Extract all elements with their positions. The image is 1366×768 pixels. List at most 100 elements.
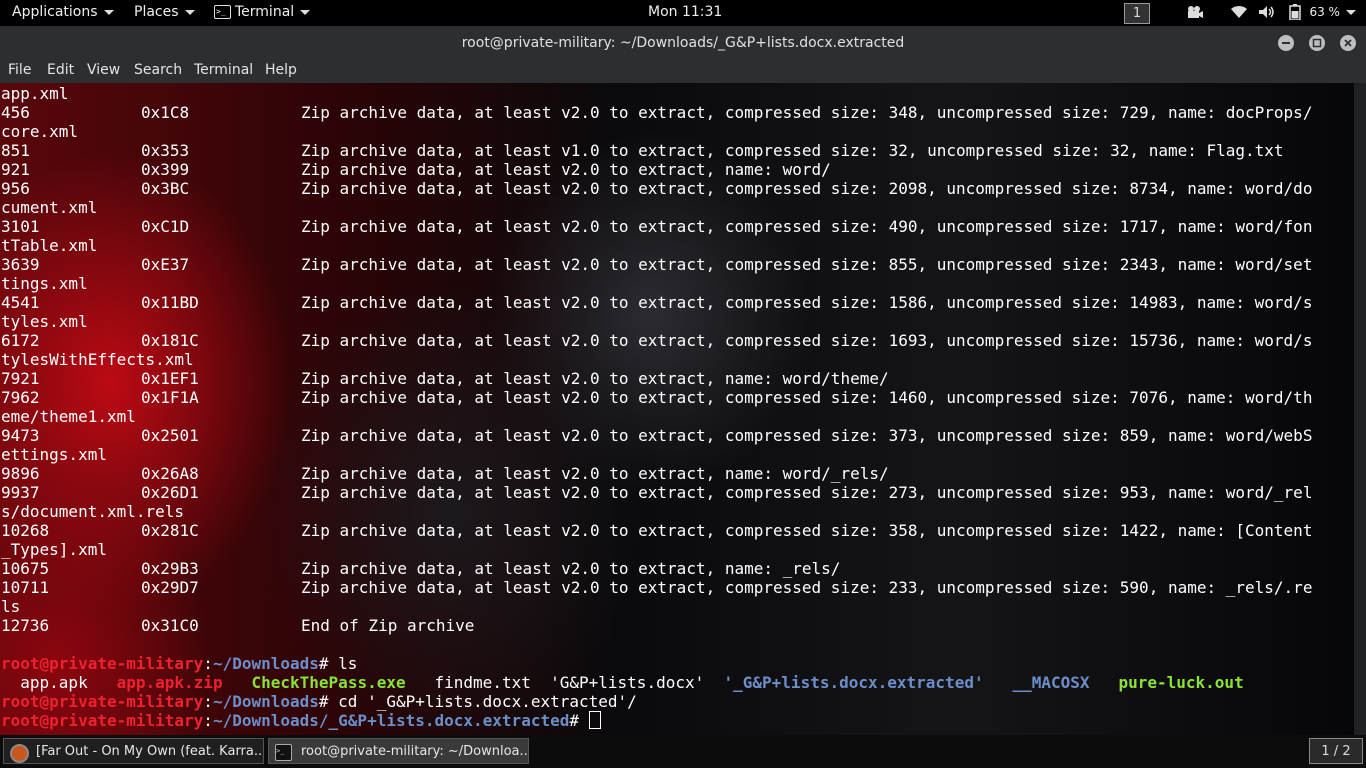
hex-cell: 0x181C — [141, 331, 199, 350]
decimal-cell: 956 — [1, 179, 30, 198]
description-cell: End of Zip archive — [301, 616, 475, 635]
output-row: ls — [1, 597, 1353, 616]
firefox-icon — [10, 744, 29, 763]
prompt-separator: : — [203, 711, 213, 730]
prompt-path: ~/Downloads — [212, 692, 319, 711]
window-titlebar[interactable]: root@private-military: ~/Downloads/_G&P+… — [0, 26, 1366, 60]
clock[interactable]: Mon 11:31 — [648, 4, 722, 20]
prompt-separator: : — [203, 654, 213, 673]
prompt-user: root@private-military — [1, 692, 204, 711]
output-row: 3101 0xC1D Zip archive data, at least v2.0… — [1, 217, 1353, 236]
chevron-down-icon — [1345, 9, 1356, 15]
output-row: 921 0x399 Zip archive data, at least v2.0 … — [1, 160, 1353, 179]
description-cell: Zip archive data, at least v2.0 to extra… — [301, 521, 1313, 540]
minimize-icon — [1282, 42, 1290, 44]
decimal-cell: 12736 — [1, 616, 50, 635]
output-row: tings.xml — [1, 274, 1353, 293]
output-row: 4541 0x11BD Zip archive data, at least v2.… — [1, 293, 1353, 312]
hex-cell: 0x31C0 — [141, 616, 199, 635]
wrapped-text: ettings.xml — [1, 445, 107, 464]
decimal-cell: 10711 — [1, 578, 50, 597]
task-terminal[interactable]: >_ root@private-military: ~/Downloa... — [268, 738, 529, 764]
wrapped-text: _Types].xml — [1, 540, 107, 559]
wrapped-text: eme/theme1.xml — [1, 407, 136, 426]
workspace-indicator[interactable]: 1 — [1124, 3, 1150, 24]
applications-menu[interactable]: Applications — [12, 4, 114, 20]
workspace-pager[interactable]: 1 / 2 — [1309, 738, 1363, 764]
description-cell: Zip archive data, at least v1.0 to extra… — [301, 141, 1284, 160]
ls-entry: CheckThePass.exe — [251, 673, 406, 692]
description-cell: Zip archive data, at least v2.0 to extra… — [301, 559, 841, 578]
output-row: 7921 0x1EF1 Zip archive data, at least v2.… — [1, 369, 1353, 388]
menu-help[interactable]: Help — [265, 62, 297, 78]
output-row: 10675 0x29B3 Zip archive data, at least v2… — [1, 559, 1353, 578]
battery-icon — [1289, 4, 1301, 21]
output-row: 851 0x353 Zip archive data, at least v1.0 … — [1, 141, 1353, 160]
wrapped-text: s/document.xml.rels — [1, 502, 185, 521]
output-row: 12736 0x31C0 End of Zip archive — [1, 616, 1353, 635]
ls-entry: '_G&P+lists.docx.extracted' — [723, 673, 984, 692]
wrapped-text: tylesWithEffects.xml — [1, 350, 194, 369]
output-row: 10268 0x281C Zip archive data, at least v2… — [1, 521, 1353, 540]
ls-entry: __MACOSX — [1012, 673, 1090, 692]
description-cell: Zip archive data, at least v2.0 to extra… — [301, 369, 889, 388]
minimize-button[interactable] — [1278, 35, 1294, 51]
prompt-command: # ls — [318, 654, 358, 673]
maximize-icon — [1312, 38, 1322, 48]
battery-indicator[interactable]: 63 % — [1289, 4, 1356, 21]
chevron-down-icon — [184, 9, 195, 15]
ls-entry: findme.txt — [434, 673, 531, 692]
decimal-cell: 456 — [1, 103, 30, 122]
terminal-icon: >_ — [214, 5, 231, 19]
output-row: 7962 0x1F1A Zip archive data, at least v2.… — [1, 388, 1353, 407]
terminal-app-menu[interactable]: >_ Terminal — [214, 4, 311, 20]
decimal-cell: 9896 — [1, 464, 40, 483]
hex-cell: 0xE37 — [141, 255, 190, 274]
description-cell: Zip archive data, at least v2.0 to extra… — [301, 483, 1313, 502]
task-music-player[interactable]: [Far Out - On My Own (feat. Karra... — [3, 738, 264, 764]
menu-edit[interactable]: Edit — [47, 62, 74, 78]
output-row: 6172 0x181C Zip archive data, at least v2.… — [1, 331, 1353, 350]
decimal-cell: 921 — [1, 160, 30, 179]
description-cell: Zip archive data, at least v2.0 to extra… — [301, 179, 1313, 198]
chevron-down-icon — [103, 9, 114, 15]
close-icon — [1344, 39, 1352, 47]
prompt-command: # cd '_G&P+lists.docx.extracted'/ — [318, 692, 637, 711]
video-camera-icon[interactable] — [1186, 5, 1204, 23]
output-row: 956 0x3BC Zip archive data, at least v2.0 … — [1, 179, 1353, 198]
hex-cell: 0x1F1A — [141, 388, 199, 407]
maximize-button[interactable] — [1309, 35, 1325, 51]
terminal-output: app.xml 456 0x1C8 Zip archive data, at leas… — [1, 84, 1353, 730]
volume-icon[interactable] — [1258, 5, 1276, 23]
description-cell: Zip archive data, at least v2.0 to extra… — [301, 388, 1313, 407]
description-cell: Zip archive data, at least v2.0 to extra… — [301, 217, 1313, 236]
wrapped-text: tyles.xml — [1, 312, 88, 331]
terminal-area[interactable]: app.xml 456 0x1C8 Zip archive data, at leas… — [0, 83, 1366, 735]
wifi-icon[interactable] — [1230, 5, 1248, 23]
menu-view[interactable]: View — [87, 62, 120, 78]
ls-output: app.apk app.apk.zip CheckThePass.exe fin… — [1, 673, 1353, 692]
output-row: 456 0x1C8 Zip archive data, at least v2.0 … — [1, 103, 1353, 122]
description-cell: Zip archive data, at least v2.0 to extra… — [301, 331, 1313, 350]
output-row: ettings.xml — [1, 445, 1353, 464]
ls-entry: 'G&P+lists.docx' — [550, 673, 705, 692]
output-row: 10711 0x29D7 Zip archive data, at least v2… — [1, 578, 1353, 597]
decimal-cell: 9473 — [1, 426, 40, 445]
close-button[interactable] — [1340, 35, 1356, 51]
chevron-down-icon — [300, 9, 311, 15]
prompt-path: ~/Downloads/_G&P+lists.docx.extracted — [212, 711, 570, 730]
decimal-cell: 3101 — [1, 217, 40, 236]
menu-search[interactable]: Search — [134, 62, 182, 78]
hex-cell: 0x1EF1 — [141, 369, 199, 388]
menu-terminal[interactable]: Terminal — [194, 62, 253, 78]
wrapped-text: core.xml — [1, 122, 79, 141]
places-menu[interactable]: Places — [134, 4, 195, 20]
decimal-cell: 4541 — [1, 293, 40, 312]
task-label: [Far Out - On My Own (feat. Karra... — [36, 744, 264, 759]
binwalk-output: app.xml 456 0x1C8 Zip archive data, at leas… — [1, 84, 1353, 635]
menu-file[interactable]: File — [8, 62, 31, 78]
hex-cell: 0x3BC — [141, 179, 190, 198]
output-row: tyles.xml — [1, 312, 1353, 331]
scrollbar[interactable] — [1354, 83, 1366, 735]
hex-cell: 0x281C — [141, 521, 199, 540]
